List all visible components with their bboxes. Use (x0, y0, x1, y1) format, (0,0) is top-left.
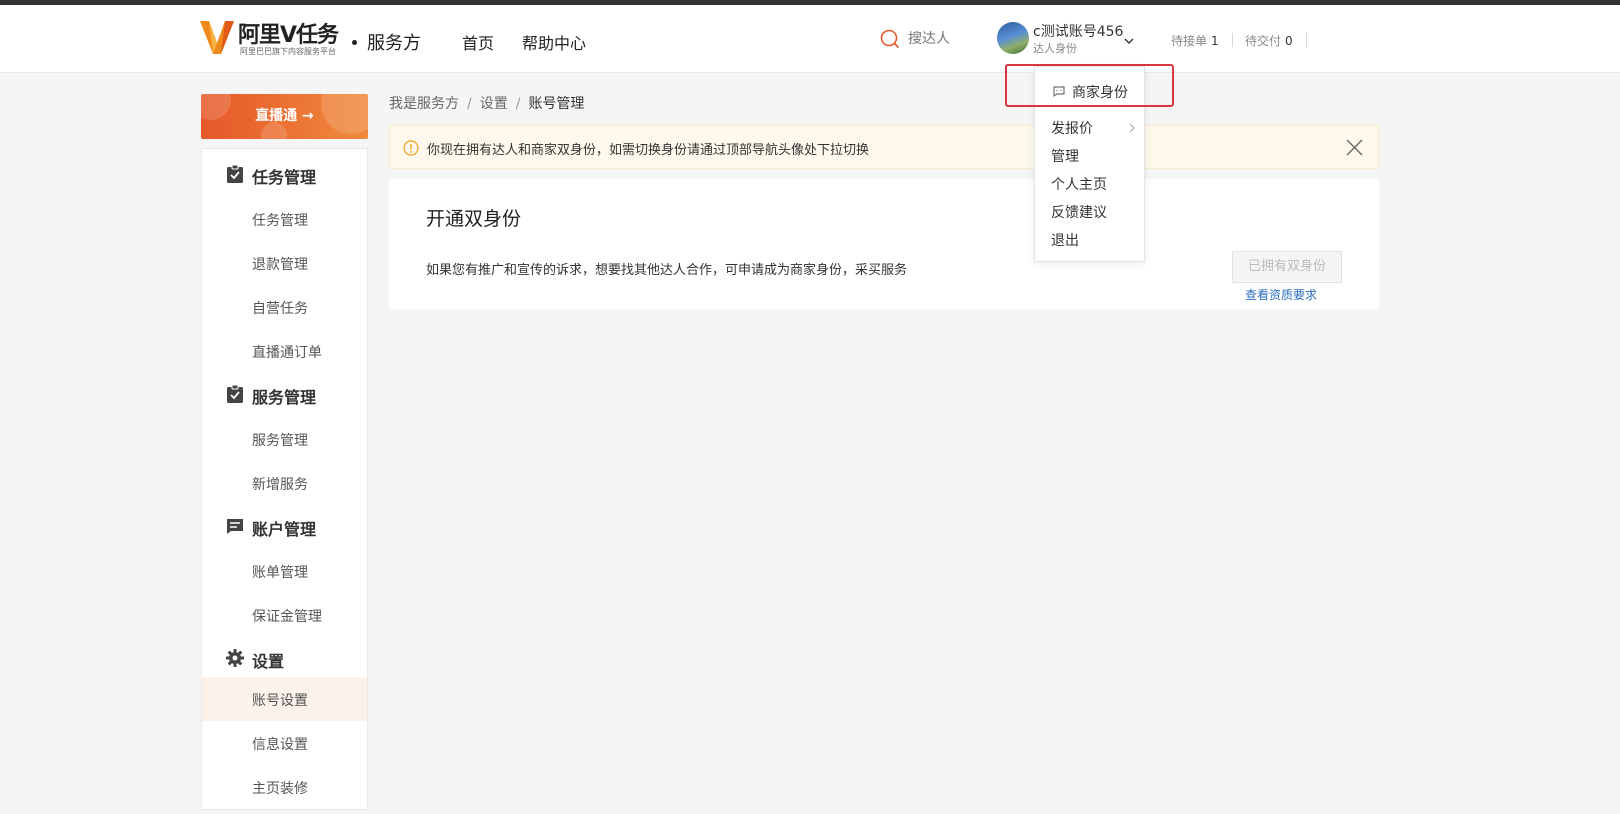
banner-decoration (261, 122, 287, 139)
menu-item-feedback[interactable]: 反馈建议 (1035, 198, 1144, 224)
banner-label: 直播通 → (255, 108, 314, 124)
divider (1232, 33, 1233, 47)
highlight-annotation-box (1005, 64, 1174, 107)
card-description: 如果您有推广和宣传的诉求，想要找其他达人合作，可申请成为商家身份，采买服务 (426, 263, 908, 278)
banner-decoration (201, 94, 231, 120)
sidebar-item-add-service[interactable]: 新增服务 (202, 461, 367, 505)
menu-item-label: 发报价 (1051, 121, 1093, 137)
live-banner-button[interactable]: 直播通 → (201, 94, 368, 139)
sidebar-item-label: 直播通订单 (252, 345, 322, 361)
menu-item-profile[interactable]: 个人主页 (1035, 170, 1144, 196)
close-icon[interactable] (1346, 139, 1363, 156)
sidebar-item-bills[interactable]: 账单管理 (202, 549, 367, 593)
sidebar-item-info-settings[interactable]: 信息设置 (202, 721, 367, 765)
sidebar-group-title: 服务管理 (252, 388, 317, 407)
sidebar-group-settings: 设置 (202, 637, 367, 681)
search-input[interactable] (908, 29, 978, 49)
sidebar: 任务管理 任务管理 退款管理 自营任务 直播通订单 服务管理 服务管理 新增服务… (201, 148, 368, 810)
sidebar-group-task: 任务管理 (202, 153, 367, 197)
sidebar-item-label: 主页装修 (252, 781, 308, 797)
stat-value: 0 (1285, 34, 1293, 48)
sidebar-item-label: 任务管理 (252, 213, 308, 229)
alert-text: 你现在拥有达人和商家双身份，如需切换身份请通过顶部导航头像处下拉切换 (427, 143, 870, 158)
sidebar-item-service-manage[interactable]: 服务管理 (202, 417, 367, 461)
breadcrumb-separator: / (467, 96, 472, 112)
breadcrumb: 我是服务方 / 设置 / 账号管理 (389, 93, 584, 113)
banner-decoration (321, 94, 368, 134)
sidebar-item-label: 保证金管理 (252, 609, 322, 625)
menu-item-label: 个人主页 (1051, 177, 1107, 193)
sidebar-item-self-task[interactable]: 自营任务 (202, 285, 367, 329)
info-alert: 你现在拥有达人和商家双身份，如需切换身份请通过顶部导航头像处下拉切换 (389, 125, 1379, 169)
nav-home-link[interactable]: 首页 (462, 30, 494, 54)
chevron-right-icon (1129, 123, 1135, 133)
sidebar-item-label: 自营任务 (252, 301, 308, 317)
task-check-icon (227, 165, 243, 183)
chevron-down-icon[interactable] (1124, 37, 1134, 45)
sidebar-item-label: 账号设置 (252, 693, 308, 709)
breadcrumb-item[interactable]: 设置 (480, 96, 508, 112)
sidebar-item-label: 账单管理 (252, 565, 308, 581)
menu-item-manage[interactable]: 管理 (1035, 142, 1144, 168)
stat-label: 待交付 (1245, 34, 1282, 48)
already-dual-identity-button: 已拥有双身份 (1232, 251, 1342, 283)
header: 阿里V任务 阿里巴巴旗下内容服务平台 服务方 首页 帮助中心 c测试账号456 … (0, 5, 1620, 73)
logo-subtitle: 阿里巴巴旗下内容服务平台 (240, 47, 336, 56)
sidebar-group-title: 任务管理 (252, 168, 317, 187)
sidebar-item-refund[interactable]: 退款管理 (202, 241, 367, 285)
sidebar-item-task-manage[interactable]: 任务管理 (202, 197, 367, 241)
logo-text: 阿里V任务 (238, 23, 339, 48)
logo-dot (352, 40, 357, 45)
dual-identity-card: 开通双身份 如果您有推广和宣传的诉求，想要找其他达人合作，可申请成为商家身份，采… (389, 179, 1379, 309)
service-check-icon (227, 385, 243, 403)
sidebar-item-label: 新增服务 (252, 477, 308, 493)
card-title: 开通双身份 (426, 208, 522, 230)
sidebar-group-account: 账户管理 (202, 505, 367, 549)
menu-item-label: 反馈建议 (1051, 205, 1107, 221)
avatar[interactable] (997, 22, 1029, 54)
sidebar-group-title: 设置 (252, 652, 285, 671)
menu-item-send-quote[interactable]: 发报价 (1035, 114, 1144, 140)
divider (1306, 33, 1307, 47)
sidebar-group-title: 账户管理 (252, 520, 317, 539)
search-icon[interactable] (880, 29, 900, 49)
user-role: 达人身份 (1033, 42, 1077, 55)
breadcrumb-item[interactable]: 我是服务方 (389, 96, 459, 112)
menu-item-label: 管理 (1051, 149, 1079, 165)
stat-pending-deliver[interactable]: 待交付 0 (1245, 32, 1293, 49)
sidebar-item-live-orders[interactable]: 直播通订单 (202, 329, 367, 373)
account-list-icon (227, 519, 243, 534)
menu-item-label: 退出 (1051, 233, 1079, 249)
view-qualification-link[interactable]: 查看资质要求 (1245, 286, 1317, 303)
logo-v-icon (200, 21, 234, 54)
stat-label: 待接单 (1171, 34, 1208, 48)
stat-value: 1 (1211, 34, 1219, 48)
username[interactable]: c测试账号456 (1033, 21, 1123, 41)
portal-role-label: 服务方 (367, 33, 421, 54)
nav-help-link[interactable]: 帮助中心 (522, 30, 586, 54)
sidebar-item-label: 服务管理 (252, 433, 308, 449)
sidebar-group-service: 服务管理 (202, 373, 367, 417)
menu-item-logout[interactable]: 退出 (1035, 226, 1144, 252)
info-icon (403, 140, 419, 156)
sidebar-item-deposit[interactable]: 保证金管理 (202, 593, 367, 637)
breadcrumb-current: 账号管理 (528, 96, 585, 112)
sidebar-item-label: 信息设置 (252, 737, 308, 753)
sidebar-item-account-settings[interactable]: 账号设置 (202, 677, 367, 721)
breadcrumb-separator: / (515, 96, 521, 112)
sidebar-item-label: 退款管理 (252, 257, 308, 273)
gear-icon (226, 649, 244, 667)
sidebar-item-homepage-decor[interactable]: 主页装修 (202, 765, 367, 809)
stat-pending-accept[interactable]: 待接单 1 (1171, 32, 1219, 49)
logo[interactable]: 阿里V任务 阿里巴巴旗下内容服务平台 (200, 17, 360, 57)
